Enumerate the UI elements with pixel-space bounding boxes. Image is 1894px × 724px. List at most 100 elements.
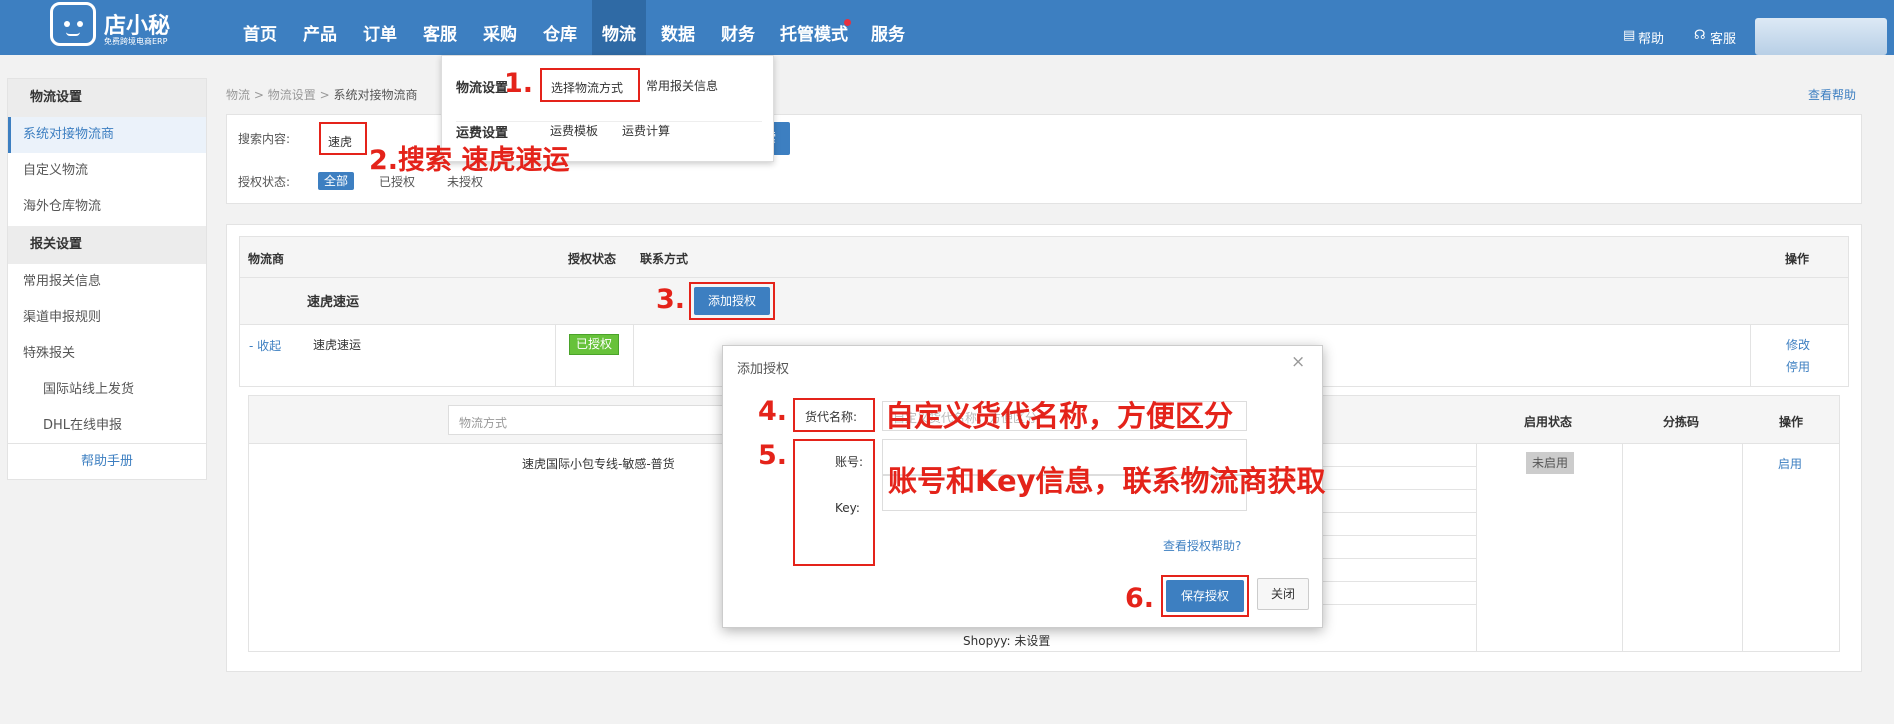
user-avatar[interactable]: [1755, 18, 1887, 55]
disable-link[interactable]: 停用: [1786, 358, 1810, 375]
nav-customer-service[interactable]: 客服: [416, 0, 464, 55]
table-header: [239, 236, 1849, 278]
collapse-toggle[interactable]: - 收起: [249, 337, 281, 354]
close-icon[interactable]: ×: [1291, 352, 1305, 372]
top-help-link[interactable]: 帮助: [1638, 28, 1664, 47]
help-manual-link[interactable]: 帮助手册: [8, 445, 206, 479]
annotation-step-2-text: 搜索 速虎速运: [398, 145, 570, 176]
menu-select-logistics-label: 选择物流方式: [551, 81, 624, 95]
credentials-label-box: 账号: Key:: [793, 439, 875, 566]
auth-status-label: 授权状态:: [238, 175, 291, 189]
row-carrier-name: 速虎速运: [313, 338, 362, 352]
view-help-link[interactable]: 查看帮助: [1808, 86, 1856, 103]
sidebar-group-customs: 报关设置: [8, 226, 206, 264]
breadcrumb-separator: >: [319, 88, 330, 102]
menu-fee-calc[interactable]: 运费计算: [622, 122, 670, 139]
nav-managed-mode[interactable]: 托管模式: [776, 0, 852, 55]
logo-mouth: [66, 32, 80, 36]
divider: [1622, 444, 1623, 651]
sidebar-item-channel-rules[interactable]: 渠道申报规则: [8, 300, 206, 336]
annotation-step-1: 1.: [504, 68, 534, 99]
auth-help-link[interactable]: 查看授权帮助?: [1163, 537, 1241, 554]
divider: [1750, 325, 1751, 387]
status-badge-authorized: 已授权: [569, 334, 620, 355]
breadcrumb-current: 系统对接物流商: [333, 88, 418, 102]
nav-service[interactable]: 服务: [864, 0, 912, 55]
col-contact: 联系方式: [640, 252, 689, 266]
enable-link[interactable]: 启用: [1778, 455, 1802, 472]
divider: [1476, 444, 1477, 651]
shopyy-setting: Shopyy: 未设置: [963, 634, 1051, 648]
help-book-icon[interactable]: ▤: [1623, 28, 1635, 43]
sidebar-item-overseas-warehouse[interactable]: 海外仓库物流: [8, 189, 206, 225]
save-auth-highlight: 保存授权: [1161, 575, 1249, 617]
annotation-step-2: 2.搜索 速虎速运: [369, 138, 569, 177]
shipping-method-name: 速虎国际小包专线-敏感-普货: [522, 457, 675, 471]
breadcrumb-separator: >: [253, 88, 264, 102]
sidebar-item-dhl-declare[interactable]: DHL在线申报: [8, 408, 206, 444]
annotation-step-4-text: 自定义货代名称，方便区分: [885, 399, 1234, 433]
sidebar-group-logistics: 物流设置: [8, 79, 206, 117]
breadcrumb-settings[interactable]: 物流设置: [268, 88, 316, 102]
annotation-step-4: 4.: [758, 396, 788, 427]
method-filter-placeholder: 物流方式: [459, 416, 508, 430]
nav-logistics[interactable]: 物流: [592, 0, 646, 55]
platform-list-lines: [1323, 466, 1476, 626]
col-enable-status: 启用状态: [1524, 415, 1573, 429]
sidebar-item-intl-station[interactable]: 国际站线上发货: [8, 372, 206, 408]
agent-name-label-box: 货代名称:: [793, 398, 875, 432]
robot-logo-icon[interactable]: [50, 2, 96, 46]
headset-icon[interactable]: ☊: [1694, 28, 1706, 43]
nav-home[interactable]: 首页: [236, 0, 284, 55]
sidebar-item-customs-info[interactable]: 常用报关信息: [8, 264, 206, 300]
close-dialog-button[interactable]: 关闭: [1257, 578, 1309, 610]
menu-customs-info[interactable]: 常用报关信息: [646, 77, 718, 94]
divider: [8, 443, 206, 444]
logo-subtitle: 免费跨境电商ERP: [104, 37, 168, 46]
nav-finance[interactable]: 财务: [714, 0, 762, 55]
top-nav-bar: [0, 0, 1894, 55]
divider: [633, 325, 634, 387]
add-auth-button[interactable]: 添加授权: [694, 287, 770, 315]
sidebar-item-custom-logistics[interactable]: 自定义物流: [8, 153, 206, 189]
nav-orders[interactable]: 订单: [356, 0, 404, 55]
annotation-step-2-num: 2.: [369, 145, 399, 176]
nav-warehouse[interactable]: 仓库: [536, 0, 584, 55]
sidebar: 物流设置 系统对接物流商 自定义物流 海外仓库物流 报关设置 常用报关信息 渠道…: [7, 78, 207, 480]
col-sub-actions: 操作: [1779, 415, 1804, 429]
save-auth-button[interactable]: 保存授权: [1166, 580, 1244, 612]
menu-group-logistics: 物流设置: [456, 81, 509, 96]
notification-dot: [844, 19, 851, 26]
agent-name-label: 货代名称:: [805, 410, 858, 424]
menu-select-logistics[interactable]: 选择物流方式: [540, 68, 640, 102]
col-auth-status: 授权状态: [568, 252, 617, 266]
account-label: 账号:: [835, 455, 864, 469]
divider: [1742, 444, 1743, 651]
logo-eye: [64, 21, 70, 27]
annotation-step-5-text: 账号和Key信息，联系物流商获取: [888, 464, 1326, 498]
dialog-title: 添加授权: [737, 362, 790, 377]
nav-data[interactable]: 数据: [654, 0, 702, 55]
carrier-group-row: [239, 278, 1849, 325]
method-filter-input[interactable]: 物流方式: [448, 405, 728, 435]
add-auth-highlight: 添加授权: [689, 282, 775, 320]
group-carrier-name: 速虎速运: [307, 295, 360, 310]
filter-all[interactable]: 全部: [318, 172, 355, 190]
sidebar-item-special-customs[interactable]: 特殊报关: [8, 336, 206, 372]
search-input-value: 速虎: [328, 135, 353, 149]
search-label: 搜索内容:: [238, 132, 291, 146]
annotation-step-3: 3.: [656, 284, 686, 315]
sidebar-item-system-carriers[interactable]: 系统对接物流商: [8, 117, 206, 153]
breadcrumb-logistics[interactable]: 物流: [226, 88, 250, 102]
annotation-step-5: 5.: [758, 440, 788, 471]
search-input[interactable]: 速虎: [319, 122, 367, 155]
menu-fee-template[interactable]: 运费模板: [550, 122, 598, 139]
top-service-link[interactable]: 客服: [1710, 28, 1736, 47]
annotation-step-6: 6.: [1125, 583, 1155, 614]
nav-purchase[interactable]: 采购: [476, 0, 524, 55]
divider: [555, 325, 556, 387]
col-carrier: 物流商: [248, 252, 285, 266]
logo-eye: [77, 21, 83, 27]
nav-products[interactable]: 产品: [296, 0, 344, 55]
edit-link[interactable]: 修改: [1786, 336, 1810, 353]
